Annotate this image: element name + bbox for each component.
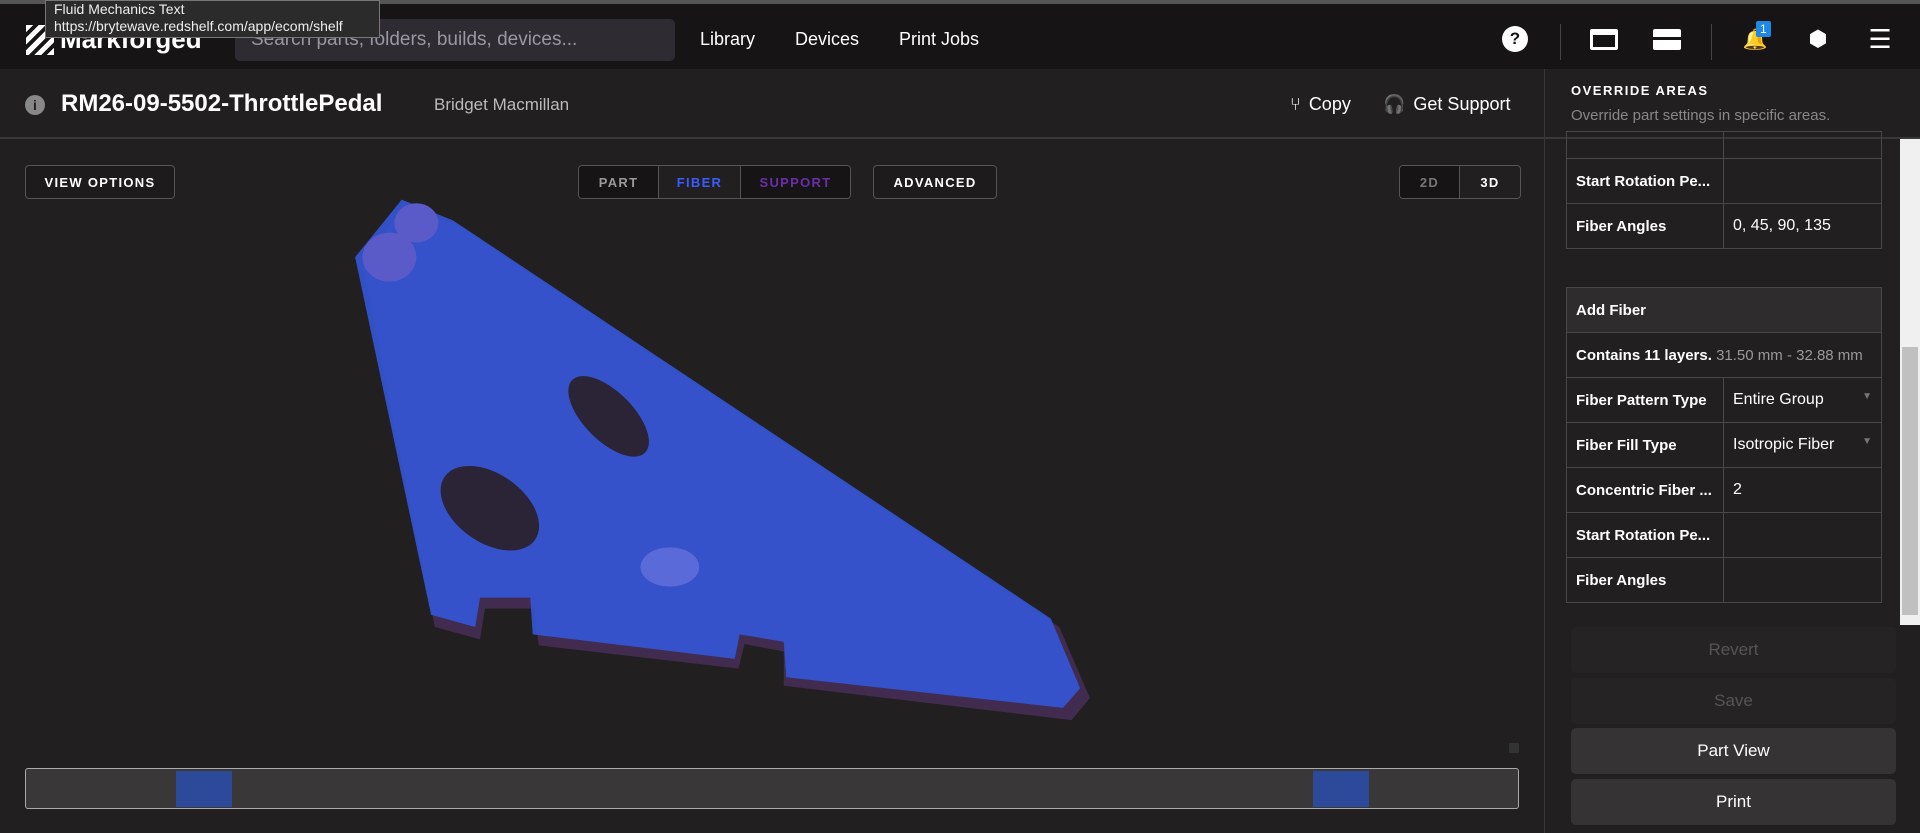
row-label: Start Rotation Pe...: [1566, 512, 1724, 558]
printer-icon[interactable]: [1590, 26, 1618, 52]
row-value[interactable]: 0, 45, 90, 135: [1723, 203, 1882, 249]
print-button[interactable]: Print: [1571, 779, 1896, 825]
part-model[interactable]: [0, 0, 1544, 833]
table-row: Fiber Angles 0, 45, 90, 135: [1566, 203, 1882, 249]
cell: [1566, 131, 1724, 159]
table-row: Start Rotation Pe...: [1566, 158, 1882, 204]
add-fiber-header: Add Fiber: [1566, 287, 1882, 333]
concentric-fiber-input[interactable]: 2: [1723, 467, 1882, 513]
part-view-button[interactable]: Part View: [1571, 728, 1896, 774]
save-button[interactable]: Save: [1571, 678, 1896, 724]
table-row: Fiber Pattern Type Entire Group ▼: [1566, 377, 1882, 423]
divider: [1711, 24, 1712, 60]
layers-count: Contains 11 layers.: [1576, 346, 1712, 364]
override-table-1: Start Rotation Pe... Fiber Angles 0, 45, …: [1566, 131, 1882, 249]
notification-badge: 1: [1756, 21, 1771, 37]
fiber-pattern-type-select[interactable]: Entire Group ▼: [1723, 377, 1882, 423]
3d-viewport[interactable]: VIEW OPTIONS PART FIBER SUPPORT ADVANCED…: [0, 139, 1544, 833]
scrollbar-thumb[interactable]: [1902, 347, 1918, 615]
layers-info: Contains 11 layers. 31.50 mm - 32.88 mm: [1566, 332, 1882, 378]
layer-range-end-handle[interactable]: [1313, 771, 1369, 807]
fiber-fill-type-select[interactable]: Isotropic Fiber ▼: [1723, 422, 1882, 468]
row-label: Fiber Angles: [1566, 557, 1724, 603]
add-fiber-table: Add Fiber Contains 11 layers. 31.50 mm -…: [1566, 287, 1882, 603]
corner-marker: [1509, 743, 1519, 753]
table-row: Fiber Fill Type Isotropic Fiber ▼: [1566, 422, 1882, 468]
menu-icon[interactable]: ☰: [1867, 24, 1893, 54]
row-label: Concentric Fiber ...: [1566, 467, 1724, 513]
panel-subheading: Override part settings in specific areas…: [1571, 107, 1831, 124]
start-rotation-input[interactable]: [1723, 512, 1882, 558]
hole: [640, 547, 700, 587]
layers-range: 31.50 mm - 32.88 mm: [1716, 346, 1863, 364]
row-label: Fiber Fill Type: [1566, 422, 1724, 468]
select-value: Entire Group: [1733, 391, 1824, 408]
fiber-angles-input[interactable]: [1723, 557, 1882, 603]
devices-icon[interactable]: [1653, 26, 1681, 52]
row-label: Fiber Angles: [1566, 203, 1724, 249]
divider: [1560, 24, 1561, 60]
table-row: Start Rotation Pe...: [1566, 512, 1882, 558]
table-row: Fiber Angles: [1566, 557, 1882, 603]
panel-scrollbar[interactable]: [1900, 139, 1920, 625]
row-label: Start Rotation Pe...: [1566, 158, 1724, 204]
override-areas-header: OVERRIDE AREAS Override part settings in…: [1544, 69, 1920, 139]
dropdown-arrow-icon: ▼: [1862, 391, 1872, 402]
panel-heading: OVERRIDE AREAS: [1571, 83, 1709, 98]
dropdown-arrow-icon: ▼: [1862, 436, 1872, 447]
revert-button[interactable]: Revert: [1571, 627, 1896, 673]
select-value: Isotropic Fiber: [1733, 436, 1835, 453]
layer-range-start-handle[interactable]: [176, 771, 232, 807]
layer-timeline-slider[interactable]: [25, 768, 1519, 809]
row-value[interactable]: [1723, 158, 1882, 204]
upload-icon[interactable]: ⬢: [1805, 26, 1831, 52]
cell: [1723, 131, 1882, 159]
hole: [394, 203, 439, 243]
table-row: Concentric Fiber ... 2: [1566, 467, 1882, 513]
row-label: Fiber Pattern Type: [1566, 377, 1724, 423]
override-panel: Start Rotation Pe... Fiber Angles 0, 45, …: [1544, 131, 1920, 833]
